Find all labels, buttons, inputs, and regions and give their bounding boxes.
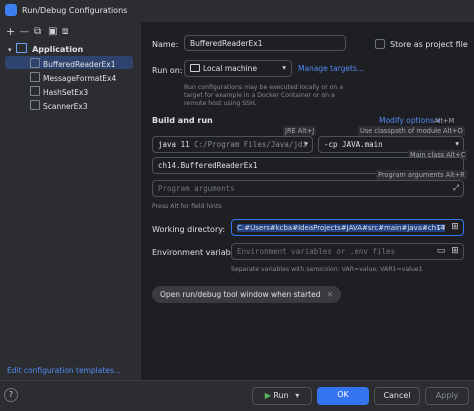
- jre-hint: JRE Alt+J: [283, 126, 317, 136]
- config-icon: [30, 86, 40, 96]
- copy-icon[interactable]: ⧉: [34, 26, 41, 37]
- window-title: Run/Debug Configurations: [22, 6, 128, 15]
- close-icon[interactable]: ✕: [327, 290, 333, 299]
- folder-icon[interactable]: ▭: [435, 245, 447, 257]
- folder-icon[interactable]: ▭: [435, 221, 447, 233]
- expand-icon[interactable]: ⤢: [453, 183, 459, 193]
- run-label: Run: [273, 391, 289, 400]
- working-dir-value: C:#Users#kcba#IdeaProjects#JAVA#src#main…: [237, 224, 446, 232]
- config-icon: [30, 58, 40, 68]
- working-dir-input[interactable]: C:#Users#kcba#IdeaProjects#JAVA#src#main…: [231, 219, 464, 236]
- chip-label: Open run/debug tool window when started: [160, 290, 321, 299]
- name-input[interactable]: BufferedReaderEx1: [184, 35, 346, 51]
- chevron-down-icon[interactable]: ▾: [8, 46, 12, 54]
- chevron-down-icon: ▾: [455, 139, 459, 148]
- modify-options-label: Modify options: [379, 116, 434, 125]
- open-tool-window-chip[interactable]: Open run/debug tool window when started …: [152, 286, 342, 303]
- run-on-select[interactable]: Local machine ▾: [184, 60, 292, 77]
- jdk-select[interactable]: java 11 C:/Program Files/Java/jdi ▾: [152, 136, 313, 153]
- program-args-input[interactable]: Program arguments ⤢: [152, 180, 464, 197]
- env-placeholder: Environment variables or .env files: [237, 247, 396, 256]
- chevron-down-icon: ▾: [282, 63, 286, 72]
- edit-env-icon[interactable]: ⊞: [449, 245, 461, 257]
- tree-item-messageformatex4[interactable]: MessageFormatEx4: [30, 72, 116, 83]
- program-args-hint: Program arguments Alt+R: [376, 170, 467, 180]
- store-project-checkbox[interactable]: [375, 39, 385, 49]
- run-on-label: Run on:: [152, 66, 183, 75]
- tree-item-bufferedreaderex1[interactable]: BufferedReaderEx1: [30, 58, 115, 69]
- config-icon: [30, 100, 40, 110]
- macro-icon[interactable]: ⊞: [449, 221, 461, 233]
- save-config-icon[interactable]: ▣: [48, 26, 57, 37]
- run-on-hint: Run configurations may be executed local…: [184, 84, 344, 107]
- run-button[interactable]: ▶ Run ▾: [252, 387, 312, 405]
- add-icon[interactable]: +: [6, 25, 15, 38]
- apply-button[interactable]: Apply: [425, 387, 469, 405]
- run-on-value: Local machine: [203, 64, 258, 73]
- tree-root-application[interactable]: ▾ Application: [8, 43, 83, 54]
- name-label: Name:: [152, 40, 179, 49]
- move-into-folder-icon[interactable]: ⧈: [62, 26, 68, 37]
- tree-item-label: HashSetEx3: [43, 88, 89, 97]
- env-hint: Separate variables with semicolon: VAR=v…: [231, 266, 423, 273]
- modify-options-shortcut: Alt+M: [434, 117, 455, 125]
- classpath-hint: Use classpath of module Alt+O: [358, 126, 465, 136]
- tree-item-scannerex3[interactable]: ScannerEx3: [30, 100, 88, 111]
- build-run-title: Build and run: [152, 116, 213, 125]
- store-project-label: Store as project file: [390, 40, 468, 49]
- computer-icon: [190, 64, 200, 72]
- application-folder-icon: [16, 43, 28, 53]
- play-icon: ▶: [264, 391, 271, 400]
- tree-root-label: Application: [32, 45, 84, 54]
- remove-icon[interactable]: —: [20, 27, 29, 37]
- jdk-version: java 11: [158, 140, 190, 149]
- program-args-placeholder: Program arguments: [158, 184, 235, 193]
- classpath-value: -cp JAVA.main: [324, 140, 383, 149]
- chevron-down-icon: ▾: [304, 139, 308, 148]
- ok-button[interactable]: OK: [317, 387, 369, 405]
- modify-options-link[interactable]: Modify options ▾: [379, 116, 440, 125]
- env-input[interactable]: Environment variables or .env files: [231, 243, 464, 260]
- tree-item-label: BufferedReaderEx1: [43, 60, 116, 69]
- tree-item-label: ScannerEx3: [43, 102, 88, 111]
- app-icon: [5, 4, 17, 16]
- config-icon: [30, 72, 40, 82]
- cancel-button[interactable]: Cancel: [374, 387, 420, 405]
- working-dir-label: Working directory:: [152, 225, 226, 234]
- tree-item-hashsetex3[interactable]: HashSetEx3: [30, 86, 88, 97]
- jdk-path: C:/Program Files/Java/jdi: [194, 140, 308, 149]
- chevron-down-icon[interactable]: ▾: [295, 391, 299, 400]
- edit-templates-link[interactable]: Edit configuration templates...: [7, 366, 121, 375]
- field-hints-note: Press Alt for field hints: [152, 203, 222, 210]
- title-bar: Run/Debug Configurations: [0, 0, 474, 23]
- manage-targets-link[interactable]: Manage targets...: [298, 64, 364, 73]
- tree-item-label: MessageFormatEx4: [43, 74, 117, 83]
- help-icon[interactable]: ?: [4, 388, 18, 402]
